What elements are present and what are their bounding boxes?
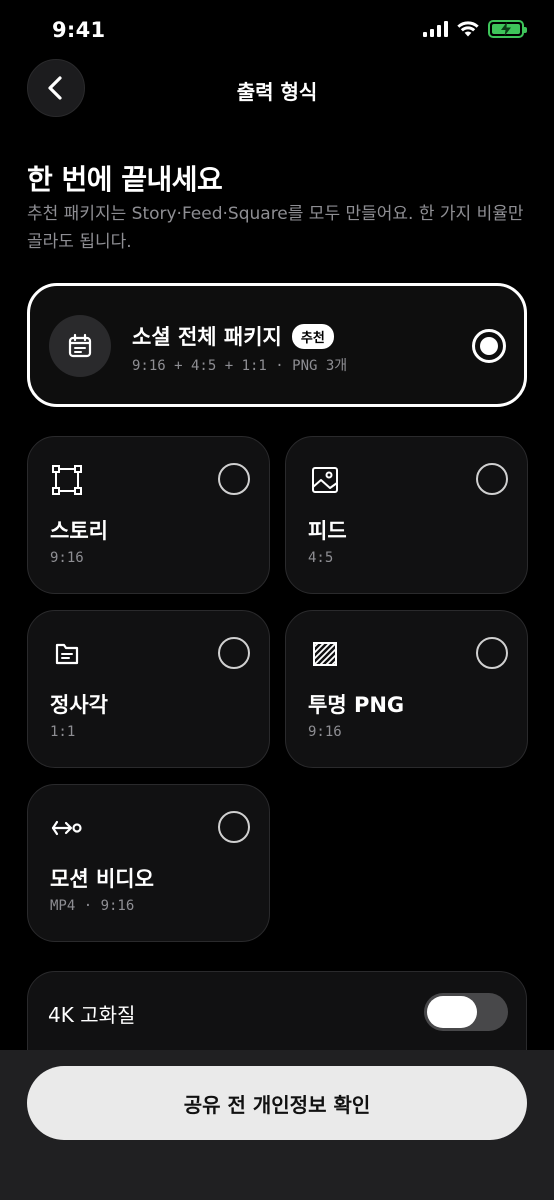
option-radio[interactable] bbox=[218, 637, 250, 669]
option-detail: MP4 · 9:16 bbox=[50, 898, 135, 914]
option-card-feed[interactable]: 피드 4:5 bbox=[285, 436, 528, 594]
option-radio[interactable] bbox=[218, 463, 250, 495]
motion-arrow-icon bbox=[50, 811, 84, 845]
package-title: 소셜 전체 패키지 bbox=[132, 325, 282, 349]
option-detail: 1:1 bbox=[50, 724, 76, 740]
option-title: 피드 bbox=[308, 519, 347, 543]
option-title: 모션 비디오 bbox=[50, 867, 154, 891]
transparent-pattern-icon bbox=[308, 637, 342, 671]
file-text-icon bbox=[50, 637, 84, 671]
package-detail: 9:16 + 4:5 + 1:1 · PNG 3개 bbox=[132, 358, 348, 374]
frame-corners-icon bbox=[50, 463, 84, 497]
page-title: 출력 형식 bbox=[236, 80, 318, 104]
calendar-icon bbox=[49, 315, 111, 377]
quality-4k-toggle[interactable] bbox=[424, 993, 508, 1031]
option-title: 투명 PNG bbox=[308, 693, 405, 717]
quality-4k-label: 4K 고화질 bbox=[48, 1003, 136, 1027]
option-detail: 9:16 bbox=[50, 550, 84, 566]
option-card-story[interactable]: 스토리 9:16 bbox=[27, 436, 270, 594]
bottom-action-bar: 공유 전 개인정보 확인 bbox=[0, 1050, 554, 1200]
option-radio[interactable] bbox=[218, 811, 250, 843]
cellular-signal-icon bbox=[423, 21, 448, 37]
option-detail: 4:5 bbox=[308, 550, 334, 566]
status-icons bbox=[423, 20, 527, 38]
recommended-badge: 추천 bbox=[291, 323, 334, 349]
toggle-knob bbox=[427, 996, 477, 1028]
package-option-card[interactable]: 소셜 전체 패키지 추천 9:16 + 4:5 + 1:1 · PNG 3개 bbox=[27, 283, 527, 407]
option-card-transparent-png[interactable]: 투명 PNG 9:16 bbox=[285, 610, 528, 768]
status-bar: 9:41 bbox=[0, 0, 554, 60]
image-icon bbox=[308, 463, 342, 497]
headline: 한 번에 끝내세요 bbox=[27, 163, 223, 196]
package-title-row: 소셜 전체 패키지 추천 bbox=[132, 321, 334, 351]
subtitle: 추천 패키지는 Story·Feed·Square를 모두 만들어요. 한 가지… bbox=[27, 204, 524, 252]
option-title: 스토리 bbox=[50, 519, 108, 543]
battery-icon bbox=[488, 20, 527, 38]
status-time: 9:41 bbox=[52, 18, 106, 42]
option-title: 정사각 bbox=[50, 693, 108, 717]
privacy-check-button[interactable]: 공유 전 개인정보 확인 bbox=[27, 1066, 527, 1140]
option-card-square[interactable]: 정사각 1:1 bbox=[27, 610, 270, 768]
wifi-icon bbox=[457, 21, 479, 37]
package-radio-selected[interactable] bbox=[472, 329, 506, 363]
option-radio[interactable] bbox=[476, 463, 508, 495]
option-card-motion-video[interactable]: 모션 비디오 MP4 · 9:16 bbox=[27, 784, 270, 942]
option-detail: 9:16 bbox=[308, 724, 342, 740]
option-radio[interactable] bbox=[476, 637, 508, 669]
